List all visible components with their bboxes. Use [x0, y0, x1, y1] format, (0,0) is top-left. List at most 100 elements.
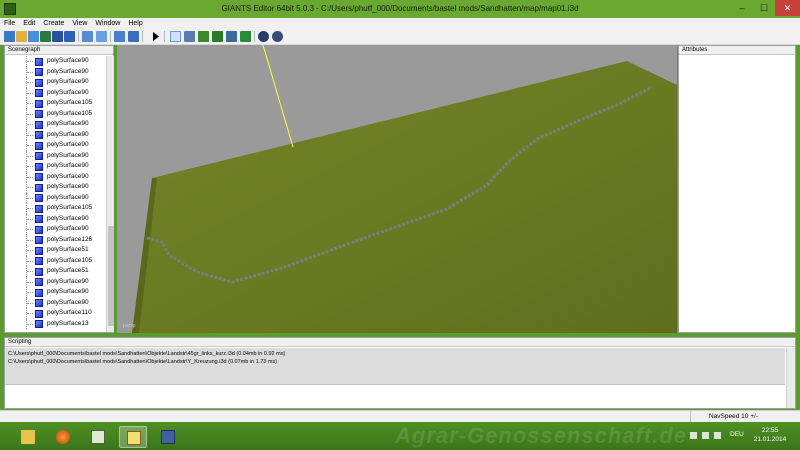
shape-cube-icon [35, 183, 43, 192]
scenegraph-item[interactable]: polySurface126 [5, 234, 106, 245]
scenegraph-item[interactable]: polySurface105 [5, 255, 106, 266]
settings-icon[interactable] [272, 31, 283, 42]
tree-connector [26, 255, 33, 266]
export-icon[interactable] [40, 31, 51, 42]
shape-cube-icon [35, 288, 43, 297]
remote-desktop-icon[interactable] [154, 426, 182, 448]
network-icon[interactable] [702, 432, 709, 439]
script-input[interactable] [5, 384, 785, 408]
scenegraph-item[interactable]: polySurface105 [5, 108, 106, 119]
tree-connector [26, 77, 33, 88]
scenegraph-item-label: polySurface90 [47, 141, 89, 148]
close-button[interactable]: ✕ [775, 0, 800, 16]
tree-connector [26, 234, 33, 245]
scenegraph-item-label: polySurface90 [47, 151, 89, 159]
scenegraph-item[interactable]: polySurface13 [5, 318, 106, 329]
3d-viewport[interactable]: persp [117, 45, 677, 333]
scenegraph-item[interactable]: polySurface90 [5, 213, 106, 224]
scenegraph-item[interactable]: polySurface90 [5, 171, 106, 182]
scenegraph-item[interactable]: polySurface51 [5, 266, 106, 277]
scenegraph-item[interactable]: polySurface90 [5, 77, 106, 88]
scrollbar-thumb[interactable] [108, 226, 114, 326]
play-icon[interactable] [150, 31, 161, 42]
foliage-icon[interactable] [240, 31, 251, 42]
undo-icon[interactable] [96, 31, 107, 42]
menu-edit[interactable]: Edit [19, 18, 39, 29]
menu-create[interactable]: Create [39, 18, 68, 29]
save-as-icon[interactable] [64, 31, 75, 42]
scenegraph-item[interactable]: polySurface90 [5, 276, 106, 287]
clock-time: 22:55 [761, 427, 779, 434]
shape-cube-icon [35, 320, 43, 328]
scenegraph-item-label: polySurface110 [47, 309, 92, 316]
scenegraph-item[interactable]: polySurface51 [5, 245, 106, 256]
language-indicator[interactable]: DEU [730, 431, 744, 438]
file-explorer-icon[interactable] [14, 426, 42, 448]
scenegraph-item-label: polySurface90 [47, 298, 89, 306]
save-icon[interactable] [52, 31, 63, 42]
scenegraph-item[interactable]: polySurface90 [5, 224, 106, 235]
scripting-scrollbar[interactable] [786, 348, 795, 408]
log-line: C:\Users\phutf_000\Documents\bastel mods… [8, 351, 286, 357]
scenegraph-item[interactable]: polySurface105 [5, 98, 106, 109]
scenegraph-item[interactable]: polySurface90 [5, 56, 106, 67]
menu-help[interactable]: Help [124, 18, 146, 29]
minimize-button[interactable]: ‒ [731, 0, 753, 16]
scenegraph-item[interactable]: polySurface110 [5, 308, 106, 319]
terrain-raise-icon[interactable] [198, 31, 209, 42]
scenegraph-item[interactable]: polySurface90 [5, 182, 106, 193]
scenegraph-item[interactable]: polySurface90 [5, 66, 106, 77]
scenegraph-item[interactable]: polySurface90 [5, 192, 106, 203]
window-title: GIANTS Editor 64bit 5.0.3 - C:/Users/phu… [221, 4, 579, 13]
select-icon[interactable] [82, 31, 93, 42]
scenegraph-item-label: polySurface105 [47, 99, 93, 106]
scenegraph-item[interactable]: polySurface90 [5, 119, 106, 130]
terrain-smooth-icon[interactable] [226, 31, 237, 42]
tree-connector [26, 150, 33, 161]
open-icon[interactable] [16, 31, 27, 42]
scenegraph-item-label: polySurface90 [47, 130, 89, 138]
import-icon[interactable] [28, 31, 39, 42]
scenegraph-item[interactable]: polySurface90 [5, 140, 106, 151]
menu-view[interactable]: View [68, 18, 91, 29]
tree-connector [26, 318, 33, 329]
maximize-button[interactable]: ☐ [753, 0, 775, 16]
gear-icon[interactable] [258, 31, 269, 42]
clock[interactable]: 22:55 21.01.2014 [752, 426, 788, 444]
scenegraph-item[interactable]: polySurface90 [5, 87, 106, 98]
camera-label: persp [123, 323, 136, 329]
flag-icon[interactable] [690, 432, 697, 439]
tree-connector [26, 108, 33, 119]
scenegraph-item[interactable]: polySurface90 [5, 161, 106, 172]
terrain-paint-icon[interactable] [212, 31, 223, 42]
scenegraph-scrollbar[interactable] [106, 56, 114, 332]
scenegraph-item-label: polySurface51 [47, 267, 89, 274]
scenegraph-item-label: polySurface90 [47, 214, 89, 222]
task-manager-icon[interactable] [84, 426, 112, 448]
scenegraph-item[interactable]: polySurface90 [5, 129, 106, 140]
scenegraph-item[interactable]: polySurface90 [5, 150, 106, 161]
rotate-icon[interactable] [128, 31, 139, 42]
move-icon[interactable] [170, 31, 181, 42]
scenegraph-item[interactable]: polySurface105 [5, 203, 106, 214]
scenegraph-item-label: polySurface90 [47, 88, 89, 96]
tree-connector [26, 161, 33, 172]
scenegraph-item-label: polySurface90 [47, 120, 89, 127]
menu-window[interactable]: Window [91, 18, 124, 29]
watermark: Agrar-Genossenschaft.de [395, 423, 687, 448]
volume-icon[interactable] [714, 432, 721, 439]
scenegraph-item[interactable]: polySurface90 [5, 287, 106, 298]
scale-icon[interactable] [184, 31, 195, 42]
new-file-icon[interactable] [4, 31, 15, 42]
firefox-icon[interactable] [49, 426, 77, 448]
scenegraph-list: polySurface90 polySurface90 polySurface90 p… [5, 56, 106, 332]
tree-connector [26, 276, 33, 287]
redo-icon[interactable] [114, 31, 125, 42]
tree-connector [26, 245, 33, 256]
tree-connector [26, 182, 33, 193]
scenegraph-item-label: polySurface126 [47, 235, 93, 243]
terrain-view [132, 45, 677, 333]
menu-file[interactable]: File [0, 18, 19, 29]
giants-editor-icon[interactable] [119, 426, 147, 448]
scenegraph-item[interactable]: polySurface90 [5, 297, 106, 308]
